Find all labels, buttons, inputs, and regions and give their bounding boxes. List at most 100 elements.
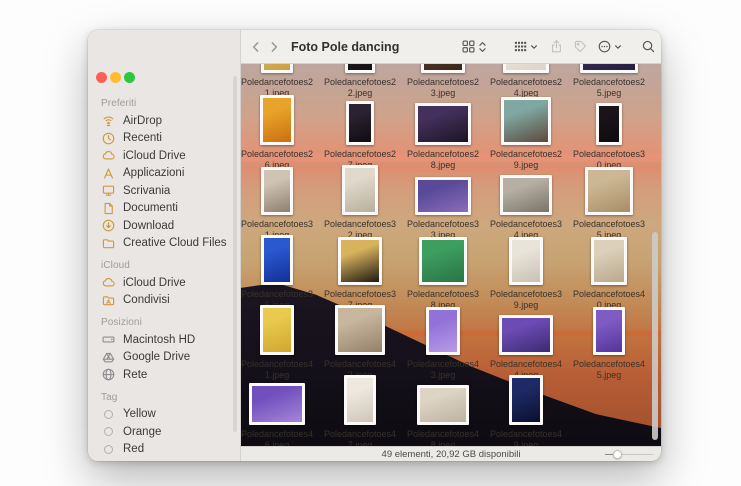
sidebar-item-label: Yellow	[123, 408, 156, 420]
sidebar-item-airdrop[interactable]: AirDrop	[88, 112, 240, 130]
thumbnail-image	[503, 178, 549, 212]
file-thumbnail[interactable]	[261, 235, 293, 285]
window-title: Foto Pole dancing	[291, 30, 399, 63]
sidebar-item-google-drive[interactable]: Google Drive	[88, 349, 240, 367]
sidebar: PreferitiAirDropRecenti iCloud Drive Appli…	[88, 30, 241, 461]
cloud-icon	[101, 148, 116, 163]
file-thumbnail[interactable]	[249, 383, 305, 425]
file-thumbnail[interactable]	[593, 307, 625, 355]
file-thumbnail[interactable]	[335, 305, 385, 355]
file-thumbnail[interactable]	[261, 64, 293, 73]
sidebar-item-label: Macintosh HD	[123, 334, 195, 346]
sidebar-item-icloud-drive[interactable]: iCloud Drive	[88, 274, 240, 292]
close-button[interactable]	[96, 72, 107, 83]
airdrop-icon	[101, 113, 116, 128]
sidebar-item-orange[interactable]: Orange	[88, 423, 240, 441]
thumbnail-image	[506, 64, 546, 70]
view-switcher-button[interactable]	[461, 30, 487, 63]
file-thumbnail[interactable]	[260, 95, 294, 145]
view-updown-chevrons-icon	[478, 40, 487, 54]
zoom-button[interactable]	[124, 72, 135, 83]
file-thumbnail[interactable]	[419, 237, 467, 285]
thumbnail-image	[422, 240, 464, 282]
thumbnail-image	[263, 308, 291, 352]
more-actions-button[interactable]	[597, 30, 622, 63]
search-button[interactable]	[641, 30, 656, 63]
file-thumbnail[interactable]	[499, 315, 553, 355]
folder-icon	[101, 236, 116, 251]
sidebar-item-label: iCloud Drive	[123, 150, 186, 162]
content-scrollbar[interactable]	[652, 232, 658, 440]
tag-circle-icon	[101, 424, 116, 439]
main-panel: Foto Pole dancing	[241, 30, 661, 461]
file-thumbnail[interactable]	[580, 64, 638, 73]
file-thumbnail[interactable]	[501, 97, 551, 145]
file-thumbnail[interactable]	[426, 307, 460, 355]
thumbnail-image	[264, 64, 290, 70]
sidebar-item-creative-cloud-files[interactable]: Creative Cloud Files	[88, 235, 240, 253]
file-name: Poledancefotoes28.jpeg	[401, 149, 485, 170]
sidebar-item-condivisi[interactable]: Condivisi	[88, 292, 240, 310]
file-thumbnail[interactable]	[415, 103, 471, 145]
file-thumbnail[interactable]	[342, 165, 378, 215]
thumbnail-image	[583, 64, 635, 70]
sidebar-item-label: Rete	[123, 369, 147, 381]
cloud-icon	[101, 275, 116, 290]
applications-icon	[101, 166, 116, 181]
sidebar-item-label: Red	[123, 443, 144, 455]
sidebar-scrollbar[interactable]	[233, 76, 237, 432]
file-thumbnail[interactable]	[509, 375, 543, 425]
file-thumbnail[interactable]	[503, 64, 549, 73]
file-thumbnail[interactable]	[344, 375, 376, 425]
file-thumbnail[interactable]	[500, 175, 552, 215]
file-thumbnail[interactable]	[421, 64, 465, 73]
grid-view-icon	[461, 39, 476, 54]
thumbnail-image	[512, 378, 540, 422]
slider-knob[interactable]	[613, 450, 622, 459]
thumbnail-image	[264, 238, 290, 282]
file-thumbnail[interactable]	[260, 305, 294, 355]
file-thumbnail[interactable]	[261, 167, 293, 215]
sidebar-item-macintosh-hd[interactable]: Macintosh HD	[88, 331, 240, 349]
group-by-icon	[513, 39, 528, 54]
sidebar-item-documenti[interactable]: Documenti	[88, 200, 240, 218]
file-thumbnail[interactable]	[509, 237, 543, 285]
file-thumbnail[interactable]	[345, 64, 375, 73]
share-icon	[549, 39, 564, 54]
sidebar-item-red[interactable]: Red	[88, 441, 240, 459]
icon-size-slider[interactable]	[605, 449, 653, 459]
back-button[interactable]	[249, 30, 263, 63]
sidebar-item-recenti[interactable]: Recenti	[88, 130, 240, 148]
sidebar-item-casa[interactable]: Casa	[88, 458, 240, 461]
sidebar-item-scrivania[interactable]: Scrivania	[88, 182, 240, 200]
sidebar-item-label: Creative Cloud Files	[123, 237, 227, 249]
share-button[interactable]	[549, 30, 564, 63]
file-thumbnail[interactable]	[596, 103, 622, 145]
minimize-button[interactable]	[110, 72, 121, 83]
file-thumbnail[interactable]	[338, 237, 382, 285]
file-name: Poledancefotoes24.jpeg	[484, 77, 568, 98]
thumbnail-image	[504, 100, 548, 142]
thumbnail-image	[418, 106, 468, 142]
tag-circle-icon	[101, 407, 116, 422]
file-name: Poledancefotoes41.jpeg	[241, 359, 319, 380]
sidebar-item-download[interactable]: Download	[88, 217, 240, 235]
traffic-lights	[96, 72, 135, 83]
sidebar-item-icloud-drive[interactable]: iCloud Drive	[88, 147, 240, 165]
file-thumbnail[interactable]	[585, 167, 633, 215]
file-thumbnail[interactable]	[591, 237, 627, 285]
file-thumbnail[interactable]	[415, 177, 471, 215]
sidebar-item-rete[interactable]: Rete	[88, 366, 240, 384]
sidebar-item-yellow[interactable]: Yellow	[88, 406, 240, 424]
sidebar-item-label: Orange	[123, 426, 161, 438]
file-thumbnail[interactable]	[417, 385, 469, 425]
chevron-down-icon	[614, 43, 622, 51]
file-name: Poledancefotoes22.jpeg	[318, 77, 402, 98]
file-grid-view[interactable]: Poledancefotoes21.jpegPoledancefotoes22.…	[241, 64, 661, 446]
forward-button[interactable]	[267, 30, 281, 63]
file-thumbnail[interactable]	[346, 101, 374, 145]
sidebar-section-title: Preferiti	[88, 90, 240, 112]
tag-button[interactable]	[573, 30, 588, 63]
sidebar-item-applicazioni[interactable]: Applicazioni	[88, 165, 240, 183]
group-by-button[interactable]	[513, 30, 538, 63]
